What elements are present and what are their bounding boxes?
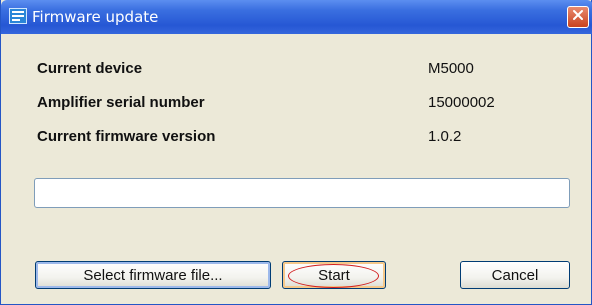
dialog-content: Current device M5000 Amplifier serial nu… <box>1 34 591 304</box>
firmware-update-dialog: Firmware update Current device M5000 Amp… <box>0 0 592 305</box>
close-icon <box>572 8 584 26</box>
start-button[interactable]: Start <box>282 261 386 289</box>
serial-number-label: Amplifier serial number <box>37 94 205 111</box>
firmware-version-label: Current firmware version <box>37 128 216 145</box>
cancel-button[interactable]: Cancel <box>460 261 570 289</box>
window-title: Firmware update <box>32 8 159 26</box>
close-button[interactable] <box>567 6 589 28</box>
title-bar[interactable]: Firmware update <box>1 0 592 34</box>
update-progress-bar <box>34 178 570 208</box>
current-device-value: M5000 <box>428 60 474 77</box>
serial-number-value: 15000002 <box>428 94 495 111</box>
firmware-window-icon <box>9 8 27 24</box>
current-device-label: Current device <box>37 60 143 77</box>
select-firmware-file-button[interactable]: Select firmware file... <box>35 261 271 289</box>
firmware-version-value: 1.0.2 <box>428 128 462 145</box>
